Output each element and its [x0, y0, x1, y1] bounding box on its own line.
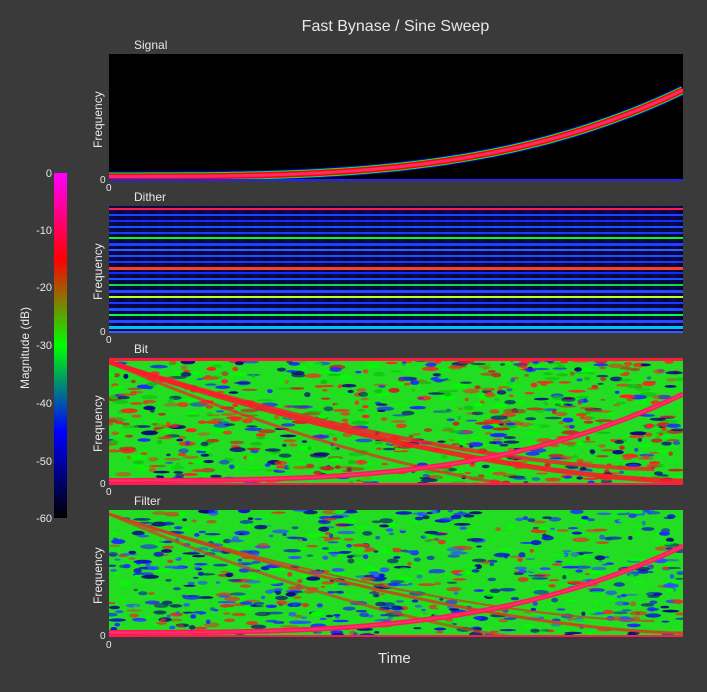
spectrogram-figure — [54, 54, 683, 637]
colorbar — [54, 173, 67, 518]
panel-bit — [109, 358, 683, 485]
panel-signal — [109, 54, 683, 181]
panel-dither — [109, 206, 683, 333]
panel-filter — [109, 510, 683, 637]
